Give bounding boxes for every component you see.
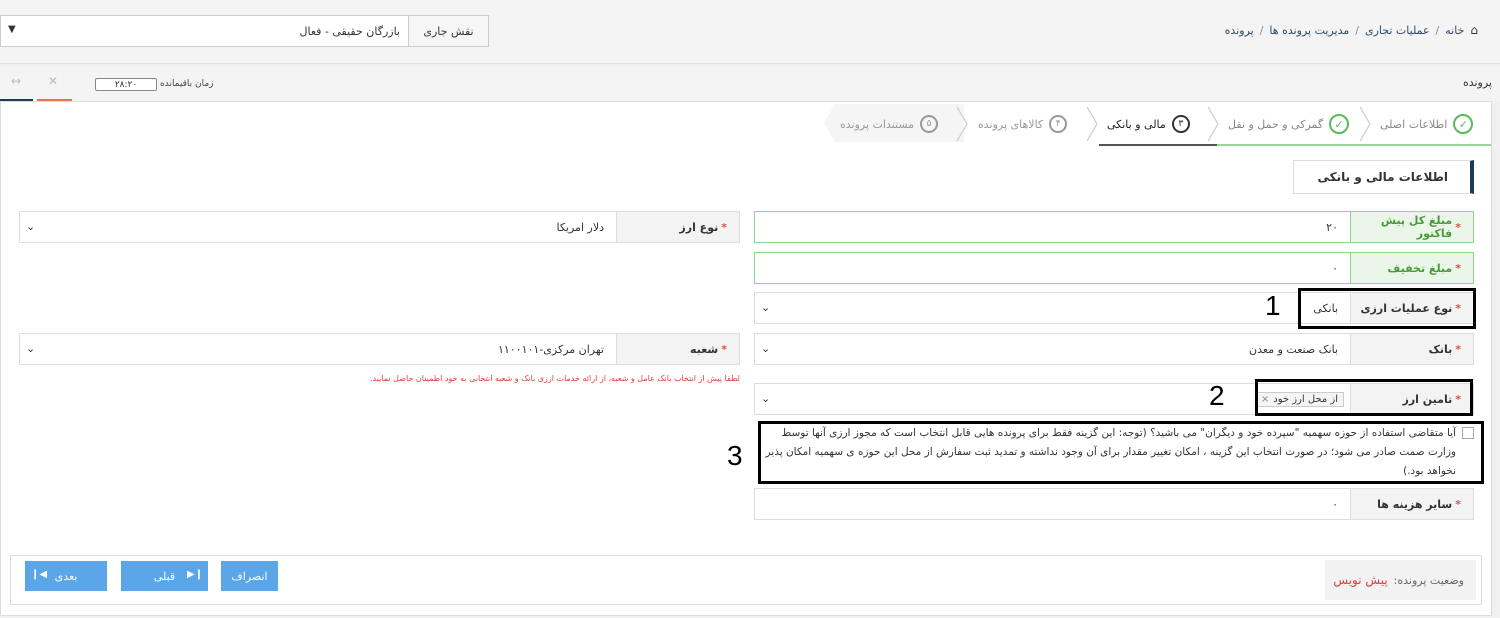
chevron-down-icon: ⌄	[761, 392, 771, 405]
current-role-select[interactable]: بازرگان حقیقی - فعال ▼	[0, 15, 409, 47]
section-title: اطلاعات مالی و بانکی	[1293, 160, 1474, 194]
timer-value: ۲۸:۲۰	[95, 78, 157, 91]
step-customs[interactable]: ✓ گمرکی و حمل و نقل	[1228, 104, 1350, 144]
step-backward-icon: ❙◀	[31, 569, 48, 580]
breadcrumb-home[interactable]: خانه	[1445, 24, 1464, 37]
step-documents[interactable]: ۵ مستندات پرونده	[840, 104, 939, 144]
check-icon: ✓	[1329, 114, 1350, 134]
check-icon: ✓	[1453, 114, 1474, 134]
step-financial[interactable]: ۳ مالی و بانکی	[1107, 104, 1190, 144]
discount-input[interactable]: ۰	[754, 252, 1351, 284]
breadcrumb-file-management[interactable]: مدیریت پرونده ها	[1269, 24, 1349, 37]
file-status: وضعیت پرونده: پیش نویس	[1325, 560, 1476, 600]
currency-type-label: * نوع ارز	[616, 211, 740, 243]
other-costs-label: * سایر هزینه ها	[1350, 488, 1474, 520]
file-status-label: وضعیت پرونده:	[1393, 573, 1464, 587]
step-label: گمرکی و حمل و نقل	[1228, 117, 1324, 131]
chevron-down-icon: ⌄	[761, 301, 771, 314]
step-number: ۳	[1171, 115, 1190, 133]
branch-select[interactable]: تهران مرکزی-۱۱۰۰۱۰۱ ⌄	[19, 333, 617, 365]
breadcrumb-separator: /	[1259, 23, 1264, 37]
chevron-down-icon: ⌄	[26, 342, 36, 355]
branch-label: * شعبه	[616, 333, 740, 365]
step-number: ۴	[1049, 115, 1068, 133]
step-label: مستندات پرونده	[840, 117, 915, 131]
current-role-value: بازرگان حقیقی - فعال	[299, 24, 401, 38]
cancel-button[interactable]: انصراف	[221, 561, 278, 591]
step-forward-icon: ▶❙	[187, 569, 204, 580]
breadcrumb-separator: /	[1435, 23, 1440, 37]
proforma-total-label: * مبلغ کل پیش فاکتور	[1350, 211, 1474, 243]
annotation-box-2	[1255, 379, 1473, 416]
chevron-left-icon	[1359, 106, 1371, 142]
annotation-number-2: 2	[1209, 380, 1225, 411]
chevron-down-icon: ⌄	[26, 220, 36, 233]
step-label: اطلاعات اصلی	[1380, 117, 1448, 131]
completed-steps-underline	[1217, 144, 1491, 146]
next-button[interactable]: بعدی ❙◀	[25, 561, 107, 591]
bank-select[interactable]: بانک صنعت و معدن ⌄	[754, 333, 1351, 365]
active-step-underline	[1099, 144, 1217, 146]
step-label: کالاهای پرونده	[978, 117, 1044, 131]
step-label: مالی و بانکی	[1107, 117, 1166, 131]
breadcrumb-trade-operations[interactable]: عملیات تجاری	[1365, 24, 1430, 37]
breadcrumb: ⌂ خانه / عملیات تجاری / مدیریت پرونده ها…	[1225, 23, 1478, 37]
currency-type-select[interactable]: دلار امریکا ⌄	[19, 211, 617, 243]
discount-label: * مبلغ تخفیف	[1350, 252, 1474, 284]
breadcrumb-separator: /	[1355, 23, 1359, 37]
previous-button[interactable]: قبلی ▶❙	[121, 561, 208, 591]
fx-operation-type-select[interactable]: بانکی ⌄	[754, 292, 1351, 324]
expand-icon[interactable]: ↔	[11, 74, 21, 88]
file-header: پرونده	[0, 66, 1500, 101]
current-role-label: نقش جاری	[408, 15, 489, 47]
annotation-box-3	[758, 421, 1484, 484]
step-number: ۵	[920, 115, 939, 133]
bank-label: * بانک	[1350, 333, 1474, 365]
chevron-left-icon	[956, 106, 968, 142]
step-main-info[interactable]: ✓ اطلاعات اصلی	[1380, 104, 1474, 144]
close-icon[interactable]: ✕	[48, 74, 58, 88]
annotation-number-3: 3	[727, 440, 743, 471]
file-status-value: پیش نویس	[1333, 573, 1388, 587]
timer-label: زمان باقیمانده	[160, 79, 214, 89]
breadcrumb-file: پرونده	[1224, 23, 1254, 37]
other-costs-input[interactable]: ۰	[754, 488, 1351, 520]
step-goods[interactable]: ۴ کالاهای پرونده	[978, 104, 1068, 144]
file-title: پرونده	[1462, 76, 1492, 89]
bank-branch-hint: لطفا پیش از انتخاب بانک عامل و شعبه، از …	[369, 374, 740, 383]
annotation-box-1	[1298, 288, 1476, 329]
home-icon[interactable]: ⌂	[1470, 23, 1478, 37]
annotation-number-1: 1	[1265, 290, 1281, 321]
chevron-down-icon: ▼	[8, 24, 16, 35]
chevron-down-icon: ⌄	[761, 342, 771, 355]
chevron-left-icon	[1086, 106, 1098, 142]
proforma-total-input[interactable]: ۲۰	[754, 211, 1351, 243]
chevron-left-icon	[1207, 106, 1219, 142]
